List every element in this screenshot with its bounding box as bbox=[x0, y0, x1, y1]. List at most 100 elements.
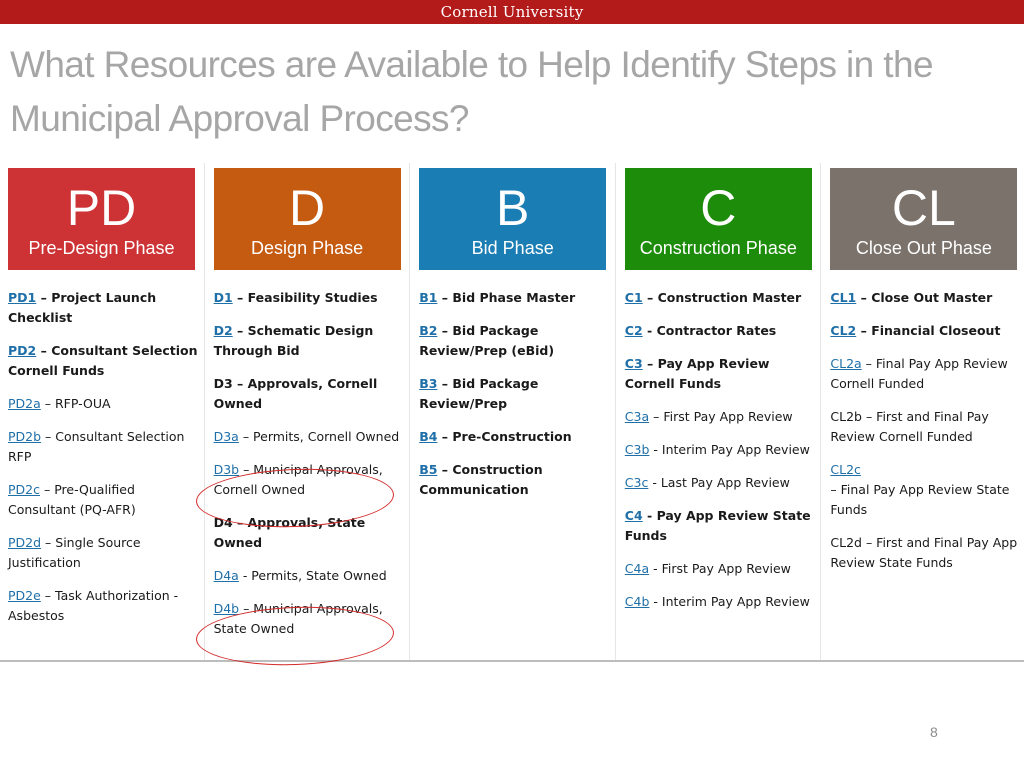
resource-description: – Financial Closeout bbox=[856, 323, 1001, 338]
list-item: C4b - Interim Pay App Review bbox=[625, 592, 820, 612]
resource-link-c4[interactable]: C4 bbox=[625, 508, 643, 523]
phase-column-b: B Bid Phase B1 – Bid Phase Master B2 – Bid … bbox=[411, 163, 616, 660]
institution-name: Cornell University bbox=[440, 3, 584, 21]
resource-description: CL2b – First and Final Pay Review Cornel… bbox=[830, 409, 989, 444]
resource-link-pd2c[interactable]: PD2c bbox=[8, 482, 40, 497]
resource-description: – Bid Package Review/Prep bbox=[419, 376, 539, 411]
phase-name: Construction Phase bbox=[639, 238, 797, 258]
list-item-highlighted: D4b – Municipal Approvals, State Owned bbox=[214, 599, 409, 639]
resource-link-cl2a[interactable]: CL2a bbox=[830, 356, 861, 371]
resource-link-c4b[interactable]: C4b bbox=[625, 594, 650, 609]
resource-link-pd2[interactable]: PD2 bbox=[8, 343, 36, 358]
list-item: D1 – Feasibility Studies bbox=[214, 288, 409, 308]
list-item: C3c - Last Pay App Review bbox=[625, 473, 820, 493]
phase-column-d: D Design Phase D1 – Feasibility Studies D2 … bbox=[206, 163, 411, 660]
resource-link-c1[interactable]: C1 bbox=[625, 290, 643, 305]
phase-card-c[interactable]: C Construction Phase bbox=[624, 168, 812, 270]
column-divider bbox=[409, 163, 411, 660]
list-item: CL2d – First and Final Pay App Review St… bbox=[830, 533, 1024, 573]
resource-description: – Municipal Approvals, State Owned bbox=[213, 601, 383, 636]
resource-link-d4b[interactable]: D4b bbox=[214, 601, 240, 616]
resource-link-d2[interactable]: D2 bbox=[214, 323, 233, 338]
phase-code: D bbox=[289, 180, 326, 236]
phase-name: Design Phase bbox=[251, 238, 364, 258]
resource-description: – Pre-Construction bbox=[437, 429, 572, 444]
list-item: C3 – Pay App Review Cornell Funds bbox=[625, 354, 820, 394]
resource-link-c4a[interactable]: C4a bbox=[625, 561, 649, 576]
phase-code: B bbox=[496, 180, 530, 236]
resource-link-b5[interactable]: B5 bbox=[419, 462, 437, 477]
phase-name: Close Out Phase bbox=[855, 238, 992, 258]
list-item: PD2e – Task Authorization - Asbestos bbox=[8, 586, 203, 626]
resource-link-pd2b[interactable]: PD2b bbox=[8, 429, 41, 444]
resource-description: - Interim Pay App Review bbox=[649, 594, 810, 609]
resource-list: B1 – Bid Phase Master B2 – Bid Package Re… bbox=[419, 288, 614, 513]
resource-link-c3a[interactable]: C3a bbox=[625, 409, 649, 424]
resource-link-d3b[interactable]: D3b bbox=[214, 462, 240, 477]
resource-description: – Construction Communication bbox=[419, 462, 543, 497]
resource-description: – RFP-OUA bbox=[40, 396, 111, 411]
resource-description: CL2d – First and Final Pay App Review St… bbox=[830, 535, 1018, 570]
phase-column-pd: PD Pre-Design Phase PD1 – Project Launch C… bbox=[0, 163, 205, 660]
resource-link-d1[interactable]: D1 bbox=[214, 290, 233, 305]
column-divider bbox=[203, 163, 205, 660]
resource-description: - Contractor Rates bbox=[642, 323, 777, 338]
phase-card-cl[interactable]: CL Close Out Phase bbox=[830, 168, 1018, 270]
resource-link-b3[interactable]: B3 bbox=[419, 376, 437, 391]
resource-link-d4a[interactable]: D4a bbox=[214, 568, 239, 583]
list-item: B5 – Construction Communication bbox=[419, 460, 614, 500]
resource-description: – Bid Package Review/Prep (eBid) bbox=[419, 323, 555, 358]
resource-description: - Permits, State Owned bbox=[238, 568, 387, 583]
list-item: D3 – Approvals, Cornell Owned bbox=[214, 374, 409, 414]
phase-card-b[interactable]: B Bid Phase bbox=[419, 168, 607, 270]
list-item: PD2d – Single Source Justification bbox=[8, 533, 203, 573]
resource-link-b1[interactable]: B1 bbox=[419, 290, 437, 305]
resource-description: - Last Pay App Review bbox=[648, 475, 790, 490]
list-item: B4 – Pre-Construction bbox=[419, 427, 614, 447]
resource-link-b2[interactable]: B2 bbox=[419, 323, 437, 338]
resource-link-cl2c[interactable]: CL2c bbox=[830, 462, 861, 477]
list-item: CL2b – First and Final Pay Review Cornel… bbox=[830, 407, 1024, 447]
resource-link-cl1[interactable]: CL1 bbox=[830, 290, 856, 305]
resource-link-pd2d[interactable]: PD2d bbox=[8, 535, 41, 550]
resource-link-c3b[interactable]: C3b bbox=[625, 442, 650, 457]
resource-list: PD1 – Project Launch Checklist PD2 – Cons… bbox=[8, 288, 203, 639]
resource-description: D3 – Approvals, Cornell Owned bbox=[213, 376, 378, 411]
resource-description: – Close Out Master bbox=[856, 290, 993, 305]
phase-code: PD bbox=[66, 180, 137, 236]
resource-link-c2[interactable]: C2 bbox=[625, 323, 643, 338]
phase-code: CL bbox=[891, 180, 956, 236]
phase-card-pd[interactable]: PD Pre-Design Phase bbox=[8, 168, 195, 270]
list-item: CL2a – Final Pay App Review Cornell Fund… bbox=[830, 354, 1024, 394]
resource-link-c3[interactable]: C3 bbox=[625, 356, 643, 371]
resource-link-pd2e[interactable]: PD2e bbox=[8, 588, 41, 603]
phase-column-cl: CL Close Out Phase CL1 – Close Out Master C… bbox=[822, 163, 1024, 660]
list-item: D3a – Permits, Cornell Owned bbox=[214, 427, 409, 447]
list-item: C3b - Interim Pay App Review bbox=[625, 440, 820, 460]
resource-description: – Municipal Approvals, Cornell Owned bbox=[213, 462, 383, 497]
list-item: C4a - First Pay App Review bbox=[625, 559, 820, 579]
phase-card-d[interactable]: D Design Phase bbox=[213, 168, 401, 270]
list-item: D2 – Schematic Design Through Bid bbox=[214, 321, 409, 361]
resource-description: – Construction Master bbox=[642, 290, 802, 305]
list-item-highlighted: D3b – Municipal Approvals, Cornell Owned bbox=[214, 460, 409, 500]
list-item: CL2 – Financial Closeout bbox=[830, 321, 1024, 341]
resource-description: - Pay App Review State Funds bbox=[624, 508, 811, 543]
phase-name: Bid Phase bbox=[471, 238, 554, 258]
resource-link-pd1[interactable]: PD1 bbox=[8, 290, 36, 305]
resource-link-d3a[interactable]: D3a bbox=[214, 429, 239, 444]
resource-link-c3c[interactable]: C3c bbox=[625, 475, 649, 490]
resource-list: C1 – Construction Master C2 - Contractor … bbox=[625, 288, 820, 625]
resource-list: D1 – Feasibility Studies D2 – Schematic D… bbox=[214, 288, 409, 652]
list-item: C2 - Contractor Rates bbox=[625, 321, 820, 341]
header-bar: Cornell University bbox=[0, 0, 1024, 24]
list-item: B2 – Bid Package Review/Prep (eBid) bbox=[419, 321, 614, 361]
list-item: CL2c – Final Pay App Review State Funds bbox=[830, 460, 1024, 520]
resource-description: – Pay App Review Cornell Funds bbox=[624, 356, 770, 391]
resource-link-pd2a[interactable]: PD2a bbox=[8, 396, 41, 411]
resource-link-b4[interactable]: B4 bbox=[419, 429, 437, 444]
list-item: PD2b – Consultant Selection RFP bbox=[8, 427, 203, 467]
phase-column-c: C Construction Phase C1 – Construction Mas… bbox=[617, 163, 822, 660]
column-divider bbox=[820, 163, 822, 660]
resource-link-cl2[interactable]: CL2 bbox=[830, 323, 856, 338]
